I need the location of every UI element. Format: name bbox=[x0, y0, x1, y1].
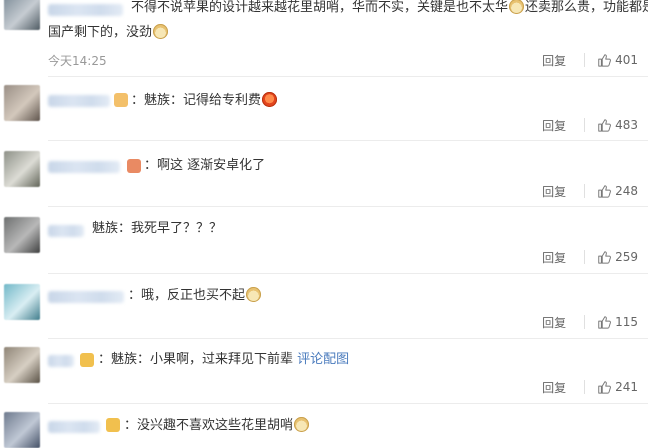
member-badge-icon bbox=[127, 159, 141, 173]
comment-text: ：魅族：记得给专利费 bbox=[131, 91, 278, 111]
reply-button[interactable]: 回复 bbox=[542, 183, 566, 200]
comment-text-part: 魅族：我死早了？？？ bbox=[92, 221, 223, 236]
comment-text-part: 国产剩下的，没劲 bbox=[48, 25, 153, 40]
comment-item: ：啊这 逐渐安卓化了 回复 248 bbox=[0, 141, 648, 207]
reply-button[interactable]: 回复 bbox=[542, 52, 566, 69]
thumbs-up-icon[interactable] bbox=[597, 53, 612, 67]
comment-item: 不得不说苹果的设计越来越花里胡哨，华而不实，关键是也不太华 还卖那么贵，功能都是 … bbox=[0, 0, 648, 77]
avatar[interactable] bbox=[4, 217, 40, 253]
comment-text: 不得不说苹果的设计越来越花里胡哨，华而不实，关键是也不太华 还卖那么贵，功能都是 bbox=[131, 0, 648, 18]
avatar[interactable] bbox=[4, 0, 40, 30]
avatar[interactable] bbox=[4, 412, 40, 448]
comment-text-part: ：啊这 逐渐安卓化了 bbox=[144, 158, 266, 173]
comment-text-part: 还卖那么贵，功能都是 bbox=[525, 0, 648, 15]
divider bbox=[584, 184, 586, 198]
thumbs-up-icon[interactable] bbox=[597, 380, 612, 394]
avatar[interactable] bbox=[4, 347, 40, 383]
comment-item: ：哦，反正也买不起 回复 115 bbox=[0, 274, 648, 339]
like-count: 115 bbox=[615, 315, 638, 329]
username[interactable] bbox=[48, 161, 120, 173]
member-badge-icon bbox=[80, 353, 94, 367]
comment-item: ：魅族：记得给专利费 回复 483 bbox=[0, 77, 648, 141]
avatar[interactable] bbox=[4, 85, 40, 121]
username[interactable] bbox=[48, 421, 100, 433]
reply-button[interactable]: 回复 bbox=[542, 249, 566, 266]
comment-text-part: ：哦，反正也买不起 bbox=[128, 288, 246, 303]
comment-text-part: 不得不说苹果的设计越来越花里胡哨，华而不实，关键是也不太华 bbox=[131, 0, 509, 15]
comment-text: ：没兴趣不喜欢这些花里胡哨 bbox=[124, 416, 310, 436]
divider bbox=[584, 315, 586, 329]
like-count: 401 bbox=[615, 53, 638, 67]
like-count: 483 bbox=[615, 118, 638, 132]
comment-text: ：啊这 逐渐安卓化了 bbox=[144, 156, 265, 176]
doge-emoji-icon bbox=[294, 417, 310, 432]
comment-text-part: ：魅族：小果啊，过来拜见下前辈 bbox=[98, 352, 294, 367]
member-badge-icon bbox=[106, 418, 120, 432]
divider bbox=[584, 250, 586, 264]
comment-item: 魅族：我死早了？？？ 回复 259 bbox=[0, 207, 648, 274]
avatar[interactable] bbox=[4, 284, 40, 320]
username[interactable] bbox=[48, 355, 74, 367]
comment-item: ：没兴趣不喜欢这些花里胡哨 bbox=[0, 404, 648, 448]
comment-text: ：魅族：小果啊，过来拜见下前辈 评论配图 bbox=[98, 350, 349, 370]
comment-text: ：哦，反正也买不起 bbox=[128, 286, 262, 306]
comment-text-line2: 国产剩下的，没劲 bbox=[48, 23, 169, 43]
like-count: 248 bbox=[615, 184, 638, 198]
username[interactable] bbox=[48, 4, 123, 16]
thumbs-up-icon[interactable] bbox=[597, 250, 612, 264]
username[interactable] bbox=[48, 225, 84, 237]
comment-actions: 回复 115 bbox=[542, 312, 638, 332]
comment-actions: 回复 241 bbox=[542, 377, 638, 397]
comment-actions: 回复 401 bbox=[542, 50, 638, 70]
doge-emoji-icon bbox=[153, 24, 169, 39]
comment-actions: 回复 248 bbox=[542, 181, 638, 201]
comment-list: 不得不说苹果的设计越来越花里胡哨，华而不实，关键是也不太华 还卖那么贵，功能都是 … bbox=[0, 0, 648, 448]
comment-actions: 回复 483 bbox=[542, 115, 638, 135]
comment-actions: 回复 259 bbox=[542, 247, 638, 267]
comment-text: 魅族：我死早了？？？ bbox=[92, 219, 222, 239]
reply-button[interactable]: 回复 bbox=[542, 379, 566, 396]
username[interactable] bbox=[48, 291, 124, 303]
thumbs-up-icon[interactable] bbox=[597, 315, 612, 329]
avatar[interactable] bbox=[4, 151, 40, 187]
comment-time: 今天14:25 bbox=[48, 54, 107, 68]
reply-button[interactable]: 回复 bbox=[542, 314, 566, 331]
comment-text-part: ：没兴趣不喜欢这些花里胡哨 bbox=[124, 418, 294, 433]
angry-emoji-icon bbox=[262, 92, 278, 107]
divider bbox=[584, 53, 586, 67]
member-badge-icon bbox=[114, 93, 128, 107]
doge-emoji-icon bbox=[509, 0, 525, 14]
reply-button[interactable]: 回复 bbox=[542, 117, 566, 134]
view-image-link[interactable]: 评论配图 bbox=[297, 352, 349, 367]
comment-text-part: ：魅族：记得给专利费 bbox=[131, 93, 262, 108]
thumbs-up-icon[interactable] bbox=[597, 118, 612, 132]
divider bbox=[584, 380, 586, 394]
username[interactable] bbox=[48, 95, 110, 107]
doge-emoji-icon bbox=[246, 287, 262, 302]
like-count: 259 bbox=[615, 250, 638, 264]
thumbs-up-icon[interactable] bbox=[597, 184, 612, 198]
comment-item: ：魅族：小果啊，过来拜见下前辈 评论配图 回复 241 bbox=[0, 339, 648, 404]
like-count: 241 bbox=[615, 380, 638, 394]
divider bbox=[584, 118, 586, 132]
